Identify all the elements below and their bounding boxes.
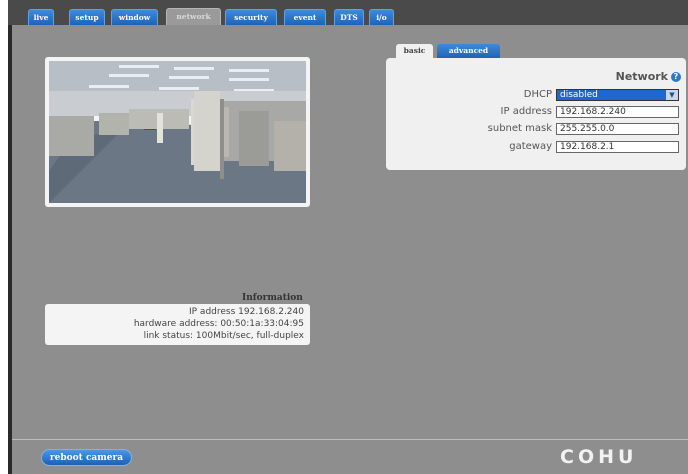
dhcp-value: disabled: [560, 90, 598, 100]
dhcp-select[interactable]: disabled ▼: [556, 89, 679, 101]
help-icon[interactable]: ?: [671, 72, 681, 82]
camera-preview: [45, 57, 310, 207]
ip-address-field[interactable]: 192.168.2.240: [556, 106, 679, 118]
information-panel: IP address 192.168.2.240 hardware addres…: [45, 304, 310, 345]
cohu-logo: COHU: [560, 446, 638, 468]
tab-io[interactable]: i/o: [369, 9, 394, 25]
gateway-field[interactable]: 192.168.2.1: [556, 141, 679, 153]
subnet-mask-label: subnet mask: [487, 123, 552, 134]
gateway-label: gateway: [509, 141, 552, 152]
info-hardware-address: hardware address: 00:50:1a:33:04:95: [133, 319, 304, 329]
ip-address-label: IP address: [500, 106, 552, 117]
information-title: Information: [242, 293, 303, 303]
tab-setup[interactable]: setup: [69, 9, 105, 25]
camera-image: [49, 61, 306, 203]
tab-dts[interactable]: DTS: [334, 9, 364, 25]
subnet-mask-field[interactable]: 255.255.0.0: [556, 123, 679, 135]
tab-security[interactable]: security: [225, 9, 277, 25]
network-title: Network: [615, 70, 668, 83]
info-link-status: link status: 100Mbit/sec, full-duplex: [143, 331, 304, 341]
info-ip-address: IP address 192.168.2.240: [188, 307, 304, 317]
tab-bar: live setup window network security event…: [8, 0, 688, 25]
tab-live[interactable]: live: [28, 9, 54, 25]
tab-network[interactable]: network: [166, 8, 221, 25]
dhcp-label: DHCP: [523, 89, 552, 100]
tab-event[interactable]: event: [284, 9, 326, 25]
network-panel: Network ? DHCP disabled ▼ IP address 192…: [386, 58, 686, 170]
tab-window[interactable]: window: [111, 9, 158, 25]
subtab-basic[interactable]: basic: [396, 44, 433, 58]
reboot-camera-button[interactable]: reboot camera: [41, 449, 132, 466]
chevron-down-icon[interactable]: ▼: [666, 90, 678, 100]
subtab-advanced[interactable]: advanced: [437, 44, 500, 58]
